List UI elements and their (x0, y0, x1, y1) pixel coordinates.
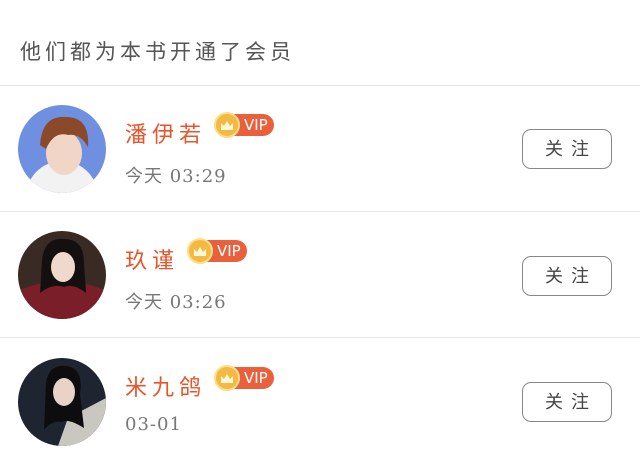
member-name[interactable]: 米九鸽 (125, 370, 206, 402)
avatar[interactable] (18, 358, 106, 446)
vip-badge: VIP (214, 365, 274, 391)
join-time: 今天 03:29 (125, 166, 227, 187)
avatar[interactable] (18, 105, 106, 193)
follow-button[interactable]: 关注 (522, 256, 612, 296)
page-title: 他们都为本书开通了会员 (20, 40, 295, 64)
follow-button[interactable]: 关注 (522, 129, 612, 169)
list-item[interactable]: 潘伊若 VIP 今天 03:29 关注 (0, 86, 640, 212)
vip-badge: VIP (187, 238, 247, 264)
avatar[interactable] (18, 231, 106, 319)
crown-icon (187, 238, 213, 264)
member-name[interactable]: 潘伊若 (125, 117, 206, 149)
list-item[interactable]: 玖谨 VIP 今天 03:26 关注 (0, 212, 640, 338)
list-item[interactable]: 米九鸽 VIP 03-01 关注 (0, 338, 640, 463)
crown-icon (214, 112, 240, 138)
header: 他们都为本书开通了会员 (0, 0, 640, 86)
vip-badge: VIP (214, 112, 274, 138)
crown-icon (214, 365, 240, 391)
join-time: 03-01 (125, 414, 182, 435)
follow-button[interactable]: 关注 (522, 382, 612, 422)
join-time: 今天 03:26 (125, 292, 227, 313)
member-name[interactable]: 玖谨 (125, 243, 179, 275)
